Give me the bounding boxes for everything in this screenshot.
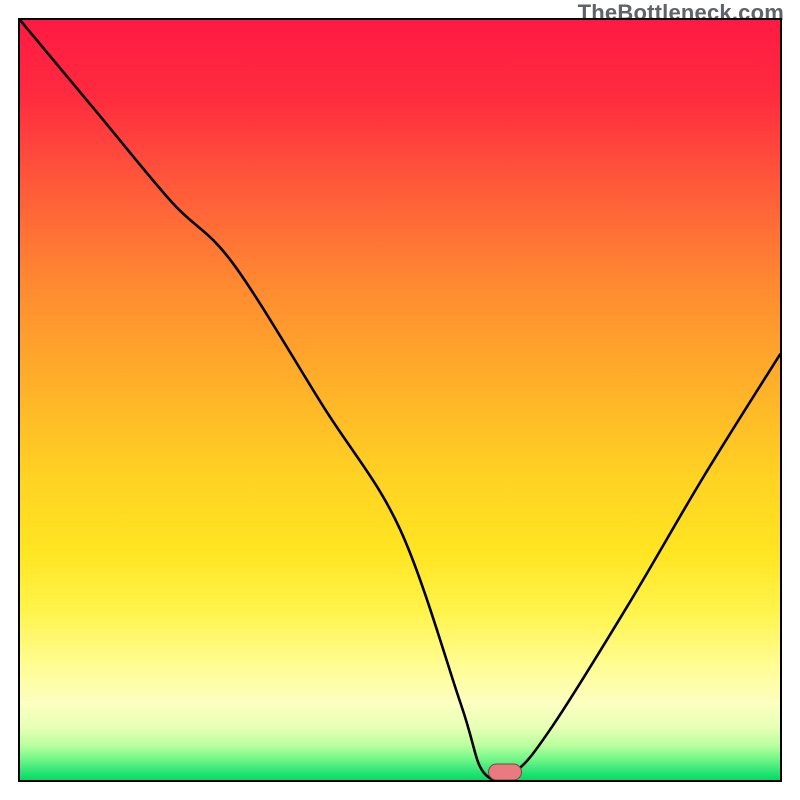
bottleneck-curve xyxy=(20,20,780,780)
optimal-point-marker xyxy=(488,764,522,781)
plot-area xyxy=(18,18,782,782)
chart-container: TheBottleneck.com xyxy=(0,0,800,800)
